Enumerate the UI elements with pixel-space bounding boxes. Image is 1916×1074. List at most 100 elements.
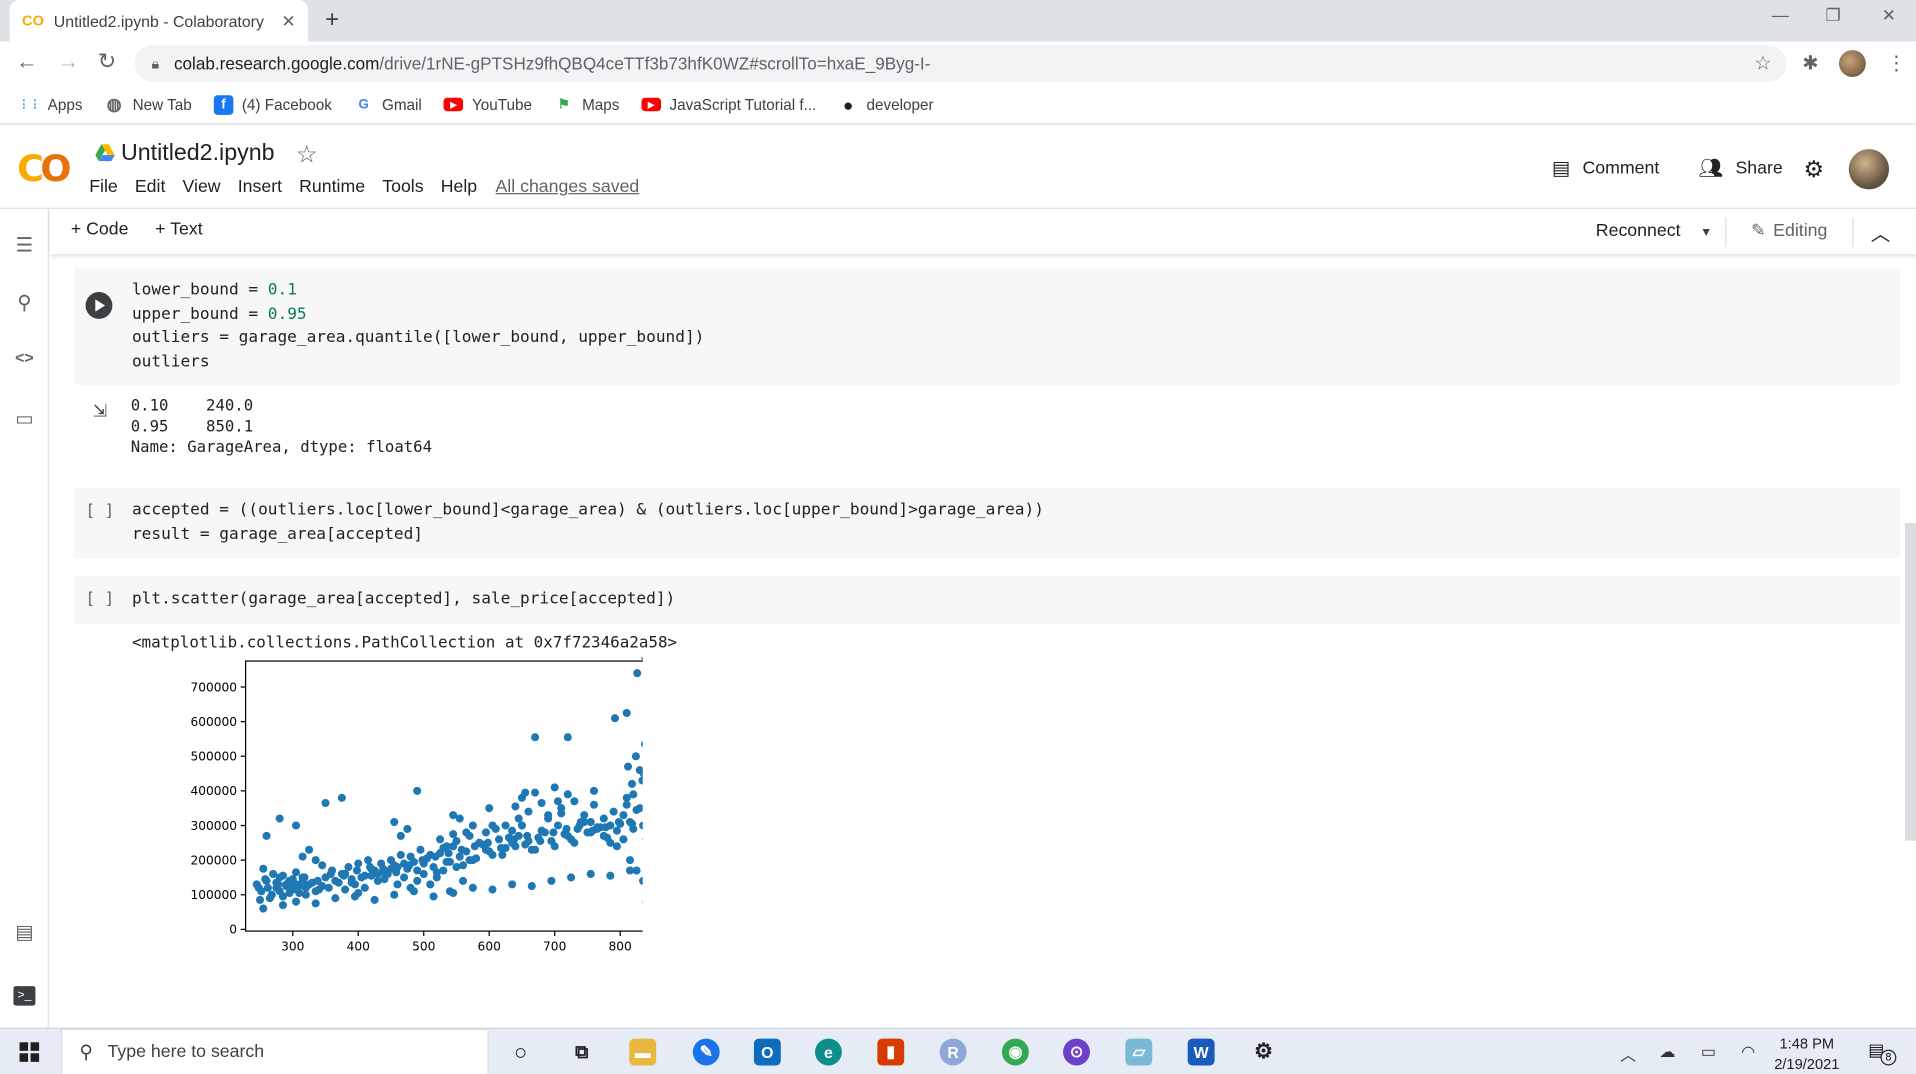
bookmark-label: Gmail (381, 95, 422, 114)
bookmark-item[interactable]: f (4) Facebook (213, 94, 332, 115)
run-cell-button[interactable] (85, 292, 113, 319)
menu-item-file[interactable]: File (89, 177, 118, 197)
tray-chevron-icon[interactable]: ︿ (1620, 1042, 1636, 1065)
url-path: /drive/1rNE-gPTSHz9fhQBQ4ceTTf3b73hfK0WZ… (379, 53, 931, 74)
code-snippets-icon[interactable]: <> (13, 348, 35, 366)
share-button[interactable]: 👥︎ Share (1698, 156, 1782, 180)
edge-browser-icon[interactable]: e (815, 1038, 842, 1066)
close-window-icon[interactable]: ✕ (1882, 5, 1896, 26)
code-cell[interactable]: [ ] accepted = ((outliers.loc[lower_boun… (74, 487, 1901, 559)
github-desktop-icon[interactable]: ⊙ (1063, 1038, 1090, 1066)
scrollbar[interactable] (1904, 522, 1916, 841)
scatter-point (524, 807, 533, 816)
bookmark-item[interactable]: ⋮⋮ Apps (18, 95, 82, 115)
wifi-icon[interactable]: ◠ (1741, 1042, 1755, 1062)
comment-button[interactable]: ▤ Comment (1552, 156, 1660, 180)
cell-execution-bracket[interactable]: [ ] (86, 590, 115, 608)
taskbar-search[interactable]: ⚲ Type here to search (61, 1028, 489, 1074)
settings-gear-icon[interactable]: ⚙ (1804, 156, 1825, 184)
minimize-icon[interactable]: — (1772, 5, 1789, 25)
bookmark-star-icon[interactable]: ☆ (1754, 51, 1772, 75)
task-view-icon[interactable]: ⧉ (568, 1039, 595, 1066)
chrome-menu-icon[interactable]: ⋮ (1887, 51, 1907, 75)
notification-center-icon[interactable]: ▤ 8 (1868, 1040, 1897, 1066)
search-icon[interactable]: ⚲ (13, 291, 35, 315)
r-app-icon[interactable]: R (939, 1038, 967, 1066)
bookmark-item[interactable]: ⚑ Maps (554, 95, 620, 115)
battery-icon[interactable]: ▭ (1701, 1042, 1716, 1062)
office-icon[interactable]: ▮ (877, 1038, 905, 1066)
chrome-icon[interactable]: ◉ (1001, 1038, 1029, 1066)
tab-title: Untitled2.ipynb - Colaboratory (53, 11, 264, 30)
cell-source[interactable]: plt.scatter(garage_area[accepted], sale_… (132, 588, 675, 612)
bookmark-label: Maps (582, 95, 620, 114)
notes-app-icon[interactable]: ▱ (1125, 1038, 1153, 1066)
address-row: ← → ↻ 🔒︎ colab.research.google.com/drive… (0, 41, 1916, 86)
bookmark-item[interactable]: G Gmail (354, 95, 422, 115)
scatter-point (444, 849, 453, 858)
scatter-point (531, 845, 540, 854)
settings-gear-icon[interactable]: ⚙ (1250, 1039, 1277, 1066)
reconnect-button[interactable]: Reconnect ▼ (1596, 221, 1712, 241)
scatter-point (511, 802, 520, 811)
menu-item-runtime[interactable]: Runtime (299, 177, 365, 197)
bookmark-item[interactable]: ● developer (838, 95, 934, 115)
save-status-link[interactable]: All changes saved (495, 177, 639, 197)
cloud-status-icon[interactable]: ☁ (1659, 1042, 1675, 1062)
notebook-title[interactable]: Untitled2.ipynb (121, 141, 275, 168)
user-avatar[interactable] (1848, 149, 1890, 190)
code-cell[interactable]: lower_bound = 0.1 upper_bound = 0.95 outli… (74, 267, 1901, 385)
scatter-point (625, 866, 635, 875)
scatter-point (263, 883, 272, 892)
reload-icon[interactable]: ↻ (98, 49, 116, 75)
back-icon[interactable]: ← (16, 49, 38, 75)
colab-logo[interactable]: CO (17, 148, 71, 191)
outlook-icon[interactable]: O (753, 1038, 781, 1066)
close-tab-icon[interactable]: ✕ (281, 10, 295, 31)
bookmark-item[interactable]: ◍ New Tab (104, 94, 192, 115)
add-text-button[interactable]: + Text (155, 220, 202, 240)
scatter-point (426, 880, 435, 889)
cell-source[interactable]: accepted = ((outliers.loc[lower_bound]<g… (132, 499, 1044, 547)
forward-icon[interactable]: → (57, 49, 79, 75)
cell-source[interactable]: lower_bound = 0.1 upper_bound = 0.95 outli… (132, 279, 704, 374)
browser-tab-strip: CO Untitled2.ipynb - Colaboratory ✕ + — … (0, 0, 1916, 42)
bookmark-item[interactable]: ▶ YouTube (443, 96, 532, 113)
new-tab-icon[interactable]: + (325, 6, 339, 34)
cortana-icon[interactable]: ○ (507, 1039, 534, 1066)
files-folder-icon[interactable]: ▭ (13, 407, 35, 431)
file-explorer-icon[interactable]: ▬ (629, 1038, 657, 1066)
add-code-button[interactable]: + Code (71, 220, 129, 240)
table-of-contents-icon[interactable]: ☰ (13, 233, 35, 257)
paint-app-icon[interactable]: ✎ (692, 1038, 720, 1066)
facebook-icon: f (213, 94, 234, 115)
menu-item-edit[interactable]: Edit (135, 177, 166, 197)
command-palette-icon[interactable]: ▤ (13, 920, 35, 944)
taskbar-clock[interactable]: 1:48 PM 2/19/2021 (1774, 1034, 1839, 1074)
scatter-point (357, 873, 366, 882)
word-icon[interactable]: W (1187, 1038, 1215, 1066)
browser-tab[interactable]: CO Untitled2.ipynb - Colaboratory ✕ (9, 0, 308, 42)
profile-avatar[interactable] (1838, 50, 1866, 77)
menu-item-view[interactable]: View (183, 177, 221, 197)
menu-item-help[interactable]: Help (441, 177, 477, 197)
star-notebook-icon[interactable]: ☆ (296, 139, 318, 170)
restore-icon[interactable]: ❐ (1826, 5, 1841, 26)
url-bar[interactable]: 🔒︎ colab.research.google.com/drive/1rNE-… (134, 45, 1787, 82)
menu-item-tools[interactable]: Tools (382, 177, 423, 197)
scatter-point (625, 856, 635, 865)
scatter-point (321, 798, 330, 808)
extensions-icon[interactable]: ✱ (1802, 51, 1818, 75)
windows-start-icon[interactable] (19, 1042, 40, 1062)
scatter-point (390, 890, 399, 899)
editing-mode-button[interactable]: ✎ Editing (1751, 221, 1827, 241)
dropdown-caret-icon[interactable]: ▼ (1700, 226, 1712, 239)
terminal-icon[interactable]: >_ (13, 986, 36, 1006)
menu-item-insert[interactable]: Insert (238, 177, 282, 197)
code-cell[interactable]: [ ] plt.scatter(garage_area[accepted], s… (74, 575, 1901, 625)
output-actions-icon[interactable]: ⇲ (93, 401, 107, 422)
scatter-point (262, 876, 271, 885)
collapse-header-icon[interactable]: ︿ (1871, 217, 1891, 246)
cell-execution-bracket[interactable]: [ ] (86, 502, 115, 520)
bookmark-item[interactable]: ▶ JavaScript Tutorial f... (641, 96, 816, 113)
